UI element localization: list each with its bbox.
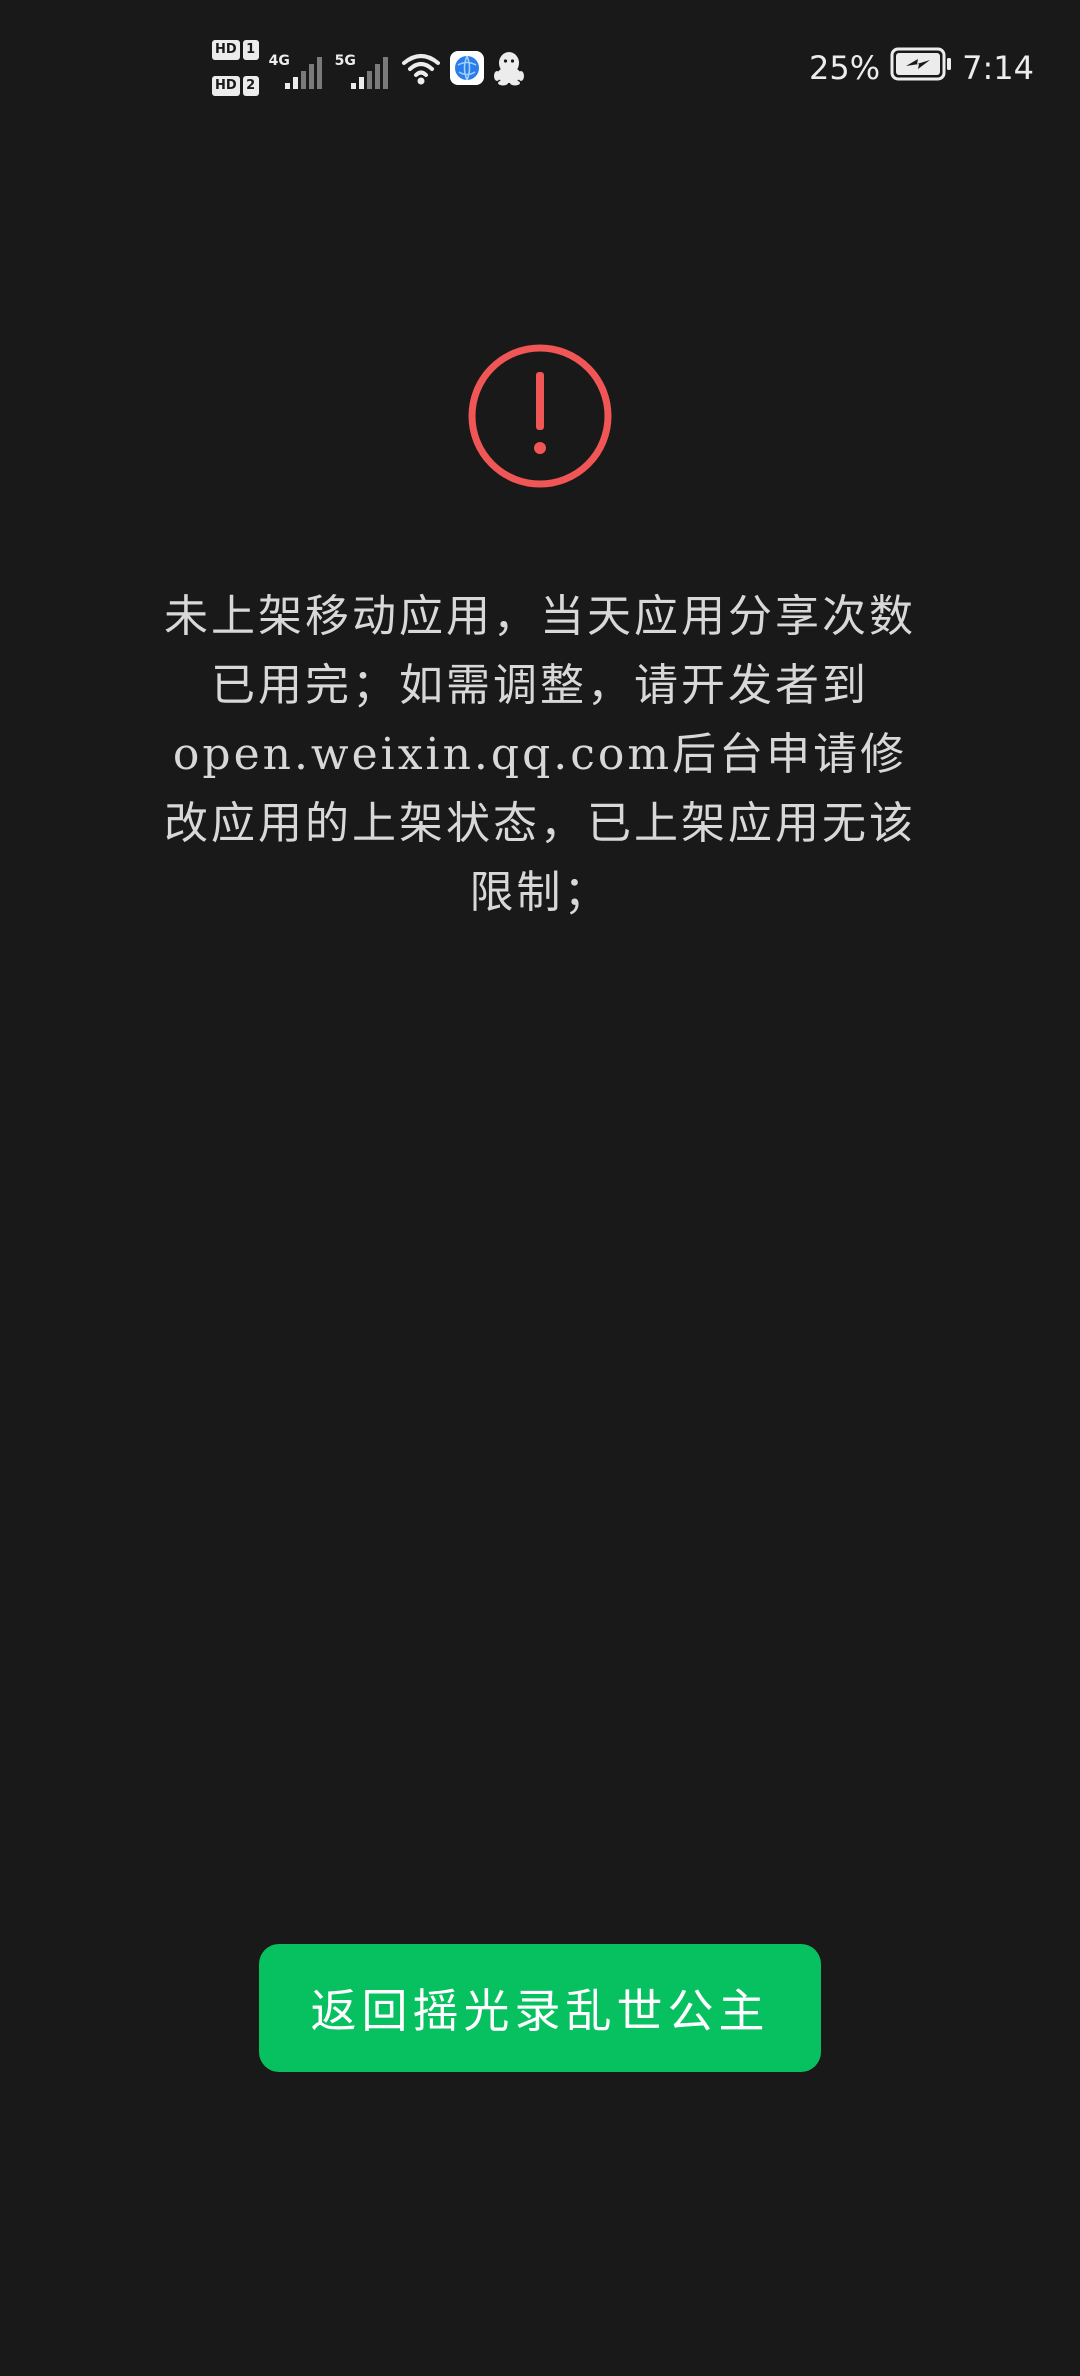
clock-time: 7:14 [962,49,1034,87]
wifi-icon [401,51,441,85]
hd-badge: HD [212,76,240,96]
battery-percent: 25% [809,49,881,87]
qq-penguin-icon [493,50,525,86]
status-bar: HD 1 HD 2 4G 5G 25% 7:14 [0,0,1080,130]
sim2-indicator: HD 2 [212,76,259,96]
battery-charging-icon [890,47,952,89]
sim-slot-number: 1 [242,40,259,60]
status-bar-left: HD 1 HD 2 4G 5G [212,38,533,98]
exclamation-circle-icon [466,342,614,490]
error-message: 未上架移动应用，当天应用分享次数已用完；如需调整，请开发者到open.weixi… [164,591,916,918]
return-to-app-button[interactable]: 返回摇光录乱世公主 [259,1944,821,2072]
hd-badge: HD [212,40,240,60]
signal-icon [350,57,388,89]
error-screen: HD 1 HD 2 4G 5G 25% 7:14 未上架移动应用，当天应用分享次… [0,0,1080,2376]
sim1-indicator: HD 1 [212,40,259,60]
sim-indicators: HD 1 HD 2 [212,40,259,96]
network-4g: 4G [269,43,325,93]
browser-app-icon [449,50,485,86]
sim-slot-number: 2 [242,76,259,96]
signal-icon [284,57,322,89]
return-button-label: 返回摇光录乱世公主 [310,1984,770,2038]
status-bar-right: 25% 7:14 [809,40,1034,96]
network-5g: 5G [335,43,391,93]
